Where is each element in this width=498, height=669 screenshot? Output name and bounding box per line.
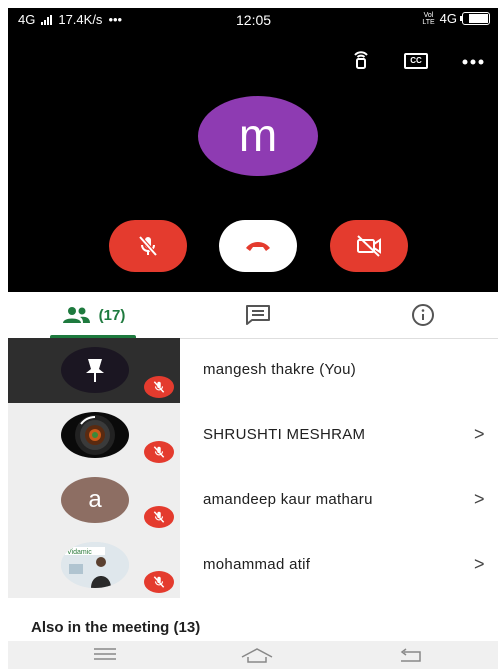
camera-off-icon: [357, 235, 381, 257]
chevron-right-icon[interactable]: >: [474, 489, 485, 510]
avatar: a: [61, 477, 129, 523]
notification-dots: •••: [108, 12, 123, 27]
participant-name: amandeep kaur matharu: [203, 491, 373, 508]
tab-bar: (17): [8, 292, 498, 339]
chat-icon: [246, 305, 270, 325]
camera-toggle-button[interactable]: [330, 220, 408, 272]
mic-toggle-button[interactable]: [109, 220, 187, 272]
mic-off-icon: [144, 441, 174, 463]
captions-icon[interactable]: CC: [404, 52, 428, 69]
tab-chat[interactable]: [208, 292, 308, 338]
svg-text:Vidamic: Vidamic: [67, 549, 92, 556]
tab-info[interactable]: [368, 292, 478, 338]
avatar: [61, 412, 129, 458]
more-icon[interactable]: [462, 52, 484, 70]
mic-off-icon: [138, 235, 158, 257]
data-speed: 17.4K/s: [58, 12, 103, 27]
self-avatar: m: [198, 96, 318, 176]
status-bar: 4G 17.4K/s ••• 12:05 Vol LTE 4G: [8, 8, 498, 32]
end-call-icon: [246, 242, 270, 251]
signal-icon: [41, 14, 53, 25]
battery-icon: [460, 12, 490, 25]
meet-screen: 4G 17.4K/s ••• 12:05 Vol LTE 4G CC m (17…: [8, 8, 498, 669]
people-icon: [62, 307, 90, 323]
wifi-antenna-icon[interactable]: [352, 47, 370, 74]
chevron-right-icon[interactable]: >: [474, 554, 485, 575]
participant-name: mangesh thakre (You): [203, 361, 357, 378]
clock: 12:05: [236, 12, 272, 28]
network-label: 4G: [18, 12, 36, 27]
home-icon[interactable]: [240, 647, 274, 668]
participant-name: mohammad atif: [203, 556, 311, 573]
avatar: Vidamic: [61, 542, 129, 588]
mic-off-icon: [144, 376, 174, 398]
participant-row[interactable]: Vidamic mohammad atif >: [8, 533, 498, 598]
call-area: 4G 17.4K/s ••• 12:05 Vol LTE 4G CC m: [8, 8, 498, 292]
participant-name: SHRUSHTI MESHRAM: [203, 426, 366, 443]
participant-row[interactable]: a amandeep kaur matharu >: [8, 468, 498, 533]
tab-people[interactable]: (17): [28, 292, 158, 338]
call-top-actions: CC: [352, 47, 484, 74]
volte-indicator: Vol LTE: [422, 11, 435, 26]
people-count: (17): [98, 306, 126, 324]
network-right: 4G: [439, 11, 457, 26]
back-icon[interactable]: [398, 647, 424, 668]
also-in-meeting-heading: Also in the meeting (13): [31, 619, 201, 636]
participant-row[interactable]: mangesh thakre (You): [8, 338, 498, 403]
chevron-right-icon[interactable]: >: [474, 424, 485, 445]
menu-icon[interactable]: [92, 647, 118, 666]
mic-off-icon: [144, 571, 174, 593]
system-nav-bar: [8, 641, 498, 669]
end-call-button[interactable]: [219, 220, 297, 272]
info-icon: [412, 304, 434, 326]
pin-icon[interactable]: [61, 347, 129, 393]
participant-row[interactable]: SHRUSHTI MESHRAM >: [8, 403, 498, 468]
mic-off-icon: [144, 506, 174, 528]
